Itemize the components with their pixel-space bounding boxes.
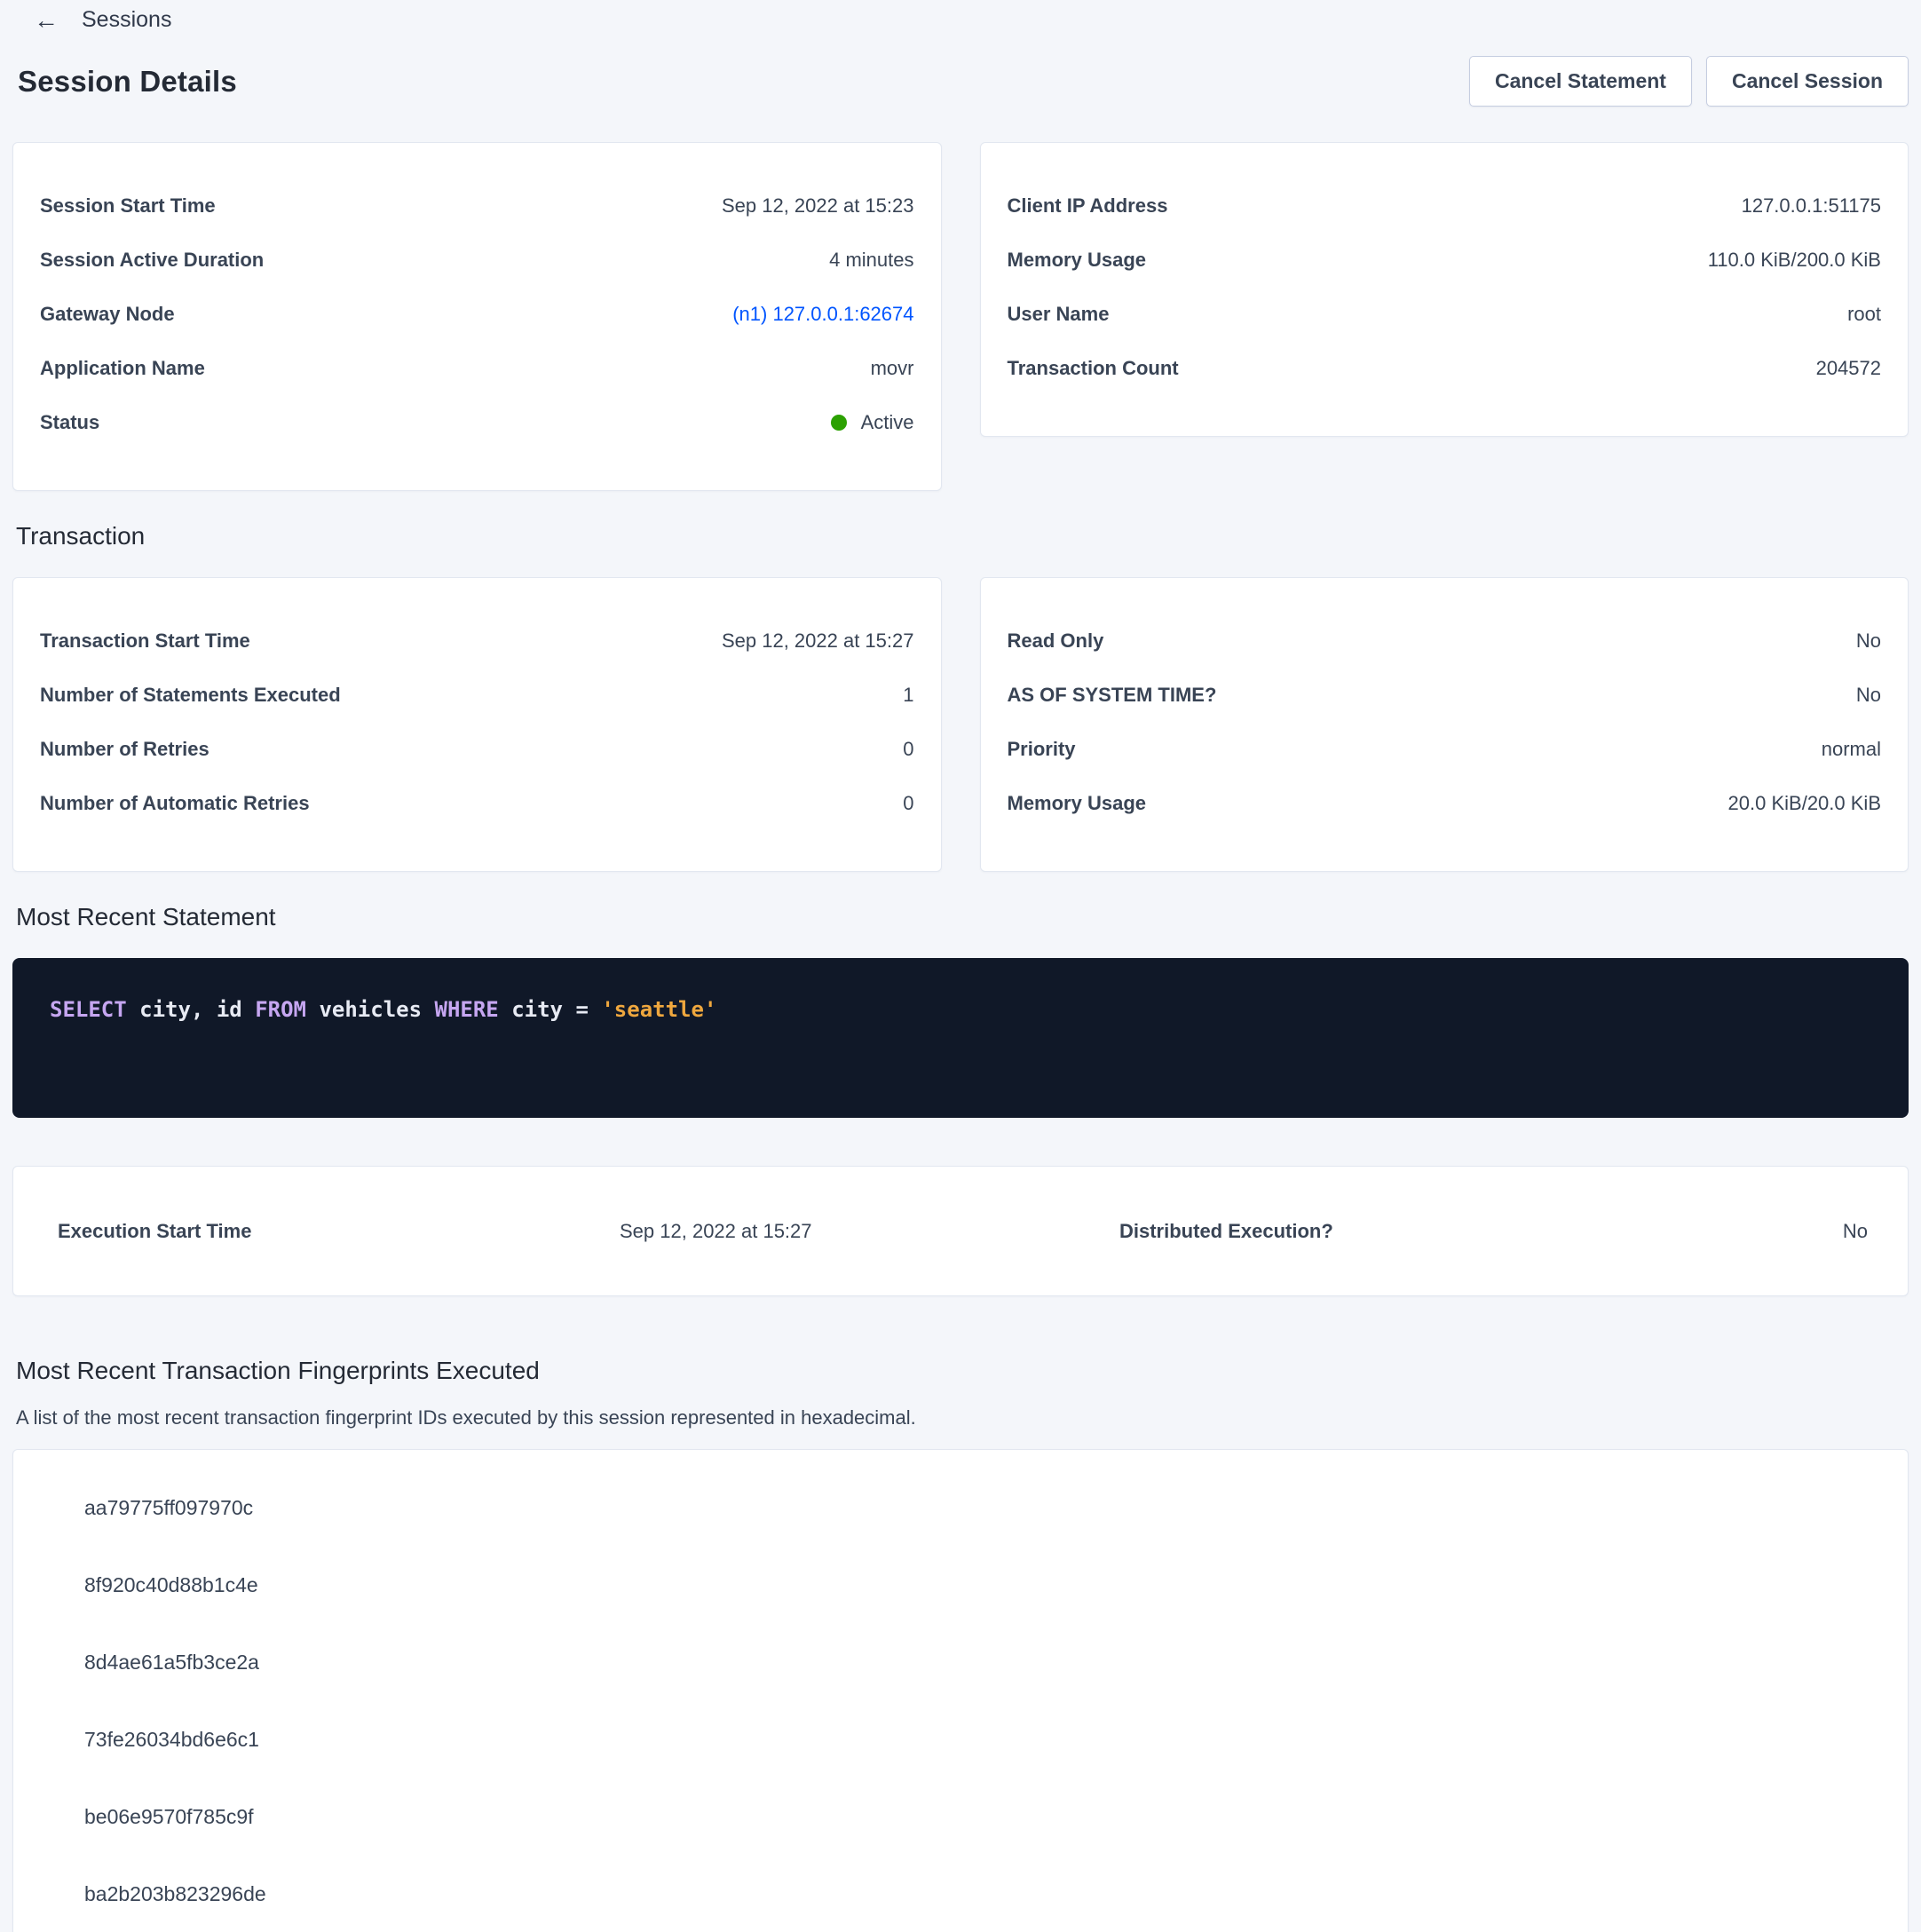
detail-label: Priority [1008, 738, 1076, 761]
session-cards: Session Start Time Sep 12, 2022 at 15:23… [12, 142, 1909, 491]
fingerprints-card: aa79775ff097970c 8f920c40d88b1c4e 8d4ae6… [12, 1449, 1909, 1932]
detail-row: Client IP Address 127.0.0.1:51175 [1008, 178, 1882, 233]
detail-label: Status [40, 411, 99, 434]
detail-value: 204572 [1816, 357, 1881, 380]
sql-keyword: FROM [255, 997, 306, 1022]
back-link[interactable]: ← Sessions [0, 0, 1921, 33]
cancel-session-button[interactable]: Cancel Session [1706, 56, 1909, 107]
detail-row: Memory Usage 20.0 KiB/20.0 KiB [1008, 776, 1882, 830]
fingerprint-item: 8f920c40d88b1c4e [13, 1547, 1908, 1624]
detail-value: 127.0.0.1:51175 [1742, 194, 1881, 218]
gateway-node-link[interactable]: (n1) 127.0.0.1:62674 [732, 303, 913, 326]
detail-row: Number of Retries 0 [40, 722, 914, 776]
detail-row: Priority normal [1008, 722, 1882, 776]
detail-label: AS OF SYSTEM TIME? [1008, 684, 1217, 707]
detail-row: Number of Automatic Retries 0 [40, 776, 914, 830]
detail-value: Sep 12, 2022 at 15:23 [722, 194, 914, 218]
sql-text: vehicles [306, 997, 435, 1022]
transaction-card-right: Read Only No AS OF SYSTEM TIME? No Prior… [980, 577, 1909, 872]
detail-value: root [1847, 303, 1881, 326]
detail-row: User Name root [1008, 287, 1882, 341]
detail-value: No [1843, 1220, 1868, 1243]
sql-text: city = [499, 997, 602, 1022]
sql-text: city, id [127, 997, 256, 1022]
sql-code-block: SELECT city, id FROM vehicles WHERE city… [12, 958, 1909, 1118]
fingerprint-item: be06e9570f785c9f [13, 1778, 1908, 1856]
fingerprint-item: aa79775ff097970c [13, 1469, 1908, 1547]
fingerprint-item: 73fe26034bd6e6c1 [13, 1701, 1908, 1778]
fingerprint-id: ba2b203b823296de [84, 1882, 266, 1906]
detail-label: Client IP Address [1008, 194, 1168, 218]
detail-label: Application Name [40, 357, 205, 380]
sql-string-literal: 'seattle' [601, 997, 716, 1022]
execution-card: Execution Start Time Sep 12, 2022 at 15:… [12, 1166, 1909, 1296]
detail-row: Session Active Duration 4 minutes [40, 233, 914, 287]
detail-row: Session Start Time Sep 12, 2022 at 15:23 [40, 178, 914, 233]
detail-label: Read Only [1008, 629, 1104, 653]
detail-value: 1 [903, 684, 913, 707]
fingerprints-description: A list of the most recent transaction fi… [16, 1406, 1921, 1429]
fingerprint-id: 73fe26034bd6e6c1 [84, 1728, 259, 1752]
detail-row: Memory Usage 110.0 KiB/200.0 KiB [1008, 233, 1882, 287]
fingerprints-section-heading: Most Recent Transaction Fingerprints Exe… [16, 1357, 1921, 1385]
back-link-label: Sessions [82, 7, 171, 33]
session-card-left: Session Start Time Sep 12, 2022 at 15:23… [12, 142, 942, 491]
detail-label: Number of Retries [40, 738, 209, 761]
detail-value: normal [1822, 738, 1881, 761]
detail-value: No [1856, 629, 1881, 653]
detail-value: 20.0 KiB/20.0 KiB [1728, 792, 1881, 815]
detail-label: Distributed Execution? [1119, 1220, 1843, 1243]
fingerprint-id: be06e9570f785c9f [84, 1805, 254, 1829]
detail-label: Execution Start Time [58, 1220, 620, 1243]
detail-value: 0 [903, 738, 913, 761]
detail-value: Sep 12, 2022 at 15:27 [620, 1220, 1119, 1243]
fingerprint-id: 8f920c40d88b1c4e [84, 1573, 258, 1597]
detail-row: Gateway Node (n1) 127.0.0.1:62674 [40, 287, 914, 341]
back-arrow-icon: ← [34, 8, 59, 33]
status-badge: Active [861, 411, 914, 434]
detail-row: AS OF SYSTEM TIME? No [1008, 668, 1882, 722]
detail-row: Application Name movr [40, 341, 914, 395]
detail-label: Transaction Start Time [40, 629, 250, 653]
detail-label: Memory Usage [1008, 792, 1147, 815]
detail-value: Sep 12, 2022 at 15:27 [722, 629, 914, 653]
sql-keyword: WHERE [435, 997, 499, 1022]
detail-row: Read Only No [1008, 614, 1882, 668]
detail-label: Transaction Count [1008, 357, 1179, 380]
session-card-right: Client IP Address 127.0.0.1:51175 Memory… [980, 142, 1909, 437]
detail-label: User Name [1008, 303, 1110, 326]
detail-value: 4 minutes [829, 249, 913, 272]
detail-value: 110.0 KiB/200.0 KiB [1708, 249, 1881, 272]
page-title: Session Details [18, 65, 237, 99]
fingerprint-id: 8d4ae61a5fb3ce2a [84, 1651, 259, 1675]
statement-section-heading: Most Recent Statement [16, 903, 1921, 931]
transaction-card-left: Transaction Start Time Sep 12, 2022 at 1… [12, 577, 942, 872]
fingerprint-item: ba2b203b823296de [13, 1856, 1908, 1932]
sql-keyword: SELECT [50, 997, 127, 1022]
cancel-statement-button[interactable]: Cancel Statement [1469, 56, 1692, 107]
detail-value: 0 [903, 792, 913, 815]
detail-label: Memory Usage [1008, 249, 1147, 272]
detail-label: Number of Automatic Retries [40, 792, 310, 815]
detail-label: Session Active Duration [40, 249, 264, 272]
detail-row: Transaction Start Time Sep 12, 2022 at 1… [40, 614, 914, 668]
detail-value: No [1856, 684, 1881, 707]
transaction-section-heading: Transaction [16, 522, 1921, 550]
transaction-cards: Transaction Start Time Sep 12, 2022 at 1… [12, 577, 1909, 872]
fingerprint-id: aa79775ff097970c [84, 1496, 253, 1520]
status-value: Active [831, 411, 914, 434]
detail-value: movr [871, 357, 914, 380]
detail-label: Number of Statements Executed [40, 684, 341, 707]
title-bar: Session Details Cancel Statement Cancel … [0, 33, 1921, 107]
detail-row: Number of Statements Executed 1 [40, 668, 914, 722]
detail-row: Status Active [40, 395, 914, 449]
detail-label: Session Start Time [40, 194, 216, 218]
detail-row: Transaction Count 204572 [1008, 341, 1882, 395]
status-active-dot-icon [831, 415, 847, 431]
detail-label: Gateway Node [40, 303, 175, 326]
sql-statement: SELECT city, id FROM vehicles WHERE city… [50, 997, 1909, 1022]
fingerprint-item: 8d4ae61a5fb3ce2a [13, 1624, 1908, 1701]
